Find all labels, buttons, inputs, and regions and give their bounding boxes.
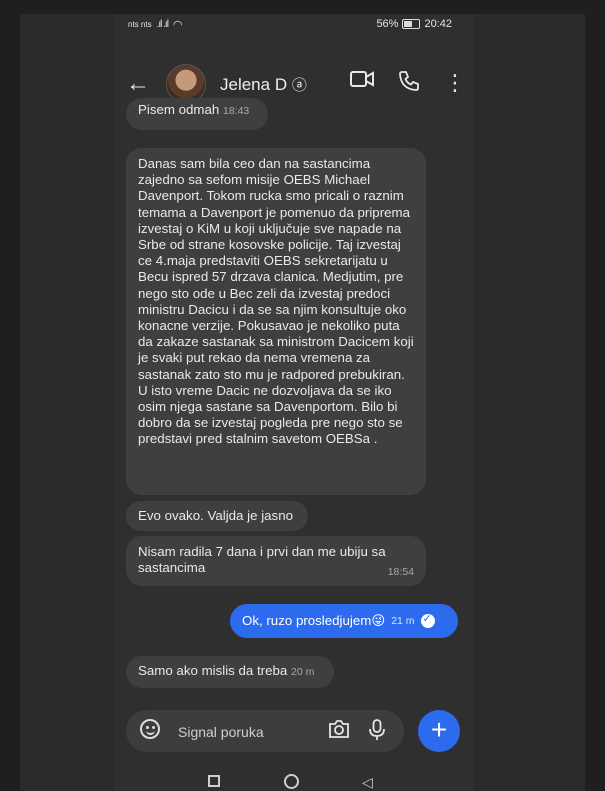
message-composer	[126, 710, 404, 752]
message-text: Nisam radila 7 dana i prvi dan me ubiju …	[138, 544, 386, 576]
home-icon[interactable]	[284, 774, 299, 789]
phone-icon[interactable]	[398, 70, 420, 98]
clock: 20:42	[424, 18, 452, 30]
contact-name[interactable]: Jelena D ⓐ	[220, 74, 307, 95]
video-call-icon[interactable]	[350, 70, 374, 94]
message-bubble[interactable]: Samo ako mislis da treba 20 m	[126, 656, 334, 688]
camera-icon[interactable]	[328, 719, 350, 745]
back-triangle-icon[interactable]: ◁	[362, 774, 373, 791]
battery-icon	[402, 19, 421, 29]
message-time: 18:43	[223, 105, 250, 117]
message-bubble[interactable]: Evo ovako. Valjda je jasno	[126, 501, 308, 531]
status-bar: nts nts .ıl .ıl ◠ 56% 20:42	[114, 14, 474, 36]
signal-icon: .ıl .ıl	[156, 19, 169, 30]
read-receipt-icon	[420, 612, 435, 628]
battery-label: 56%	[376, 18, 399, 30]
message-time: 18:54	[387, 565, 414, 578]
message-time: 21 m	[391, 615, 415, 627]
message-input[interactable]	[176, 720, 320, 744]
system-nav-bar: ◁	[114, 766, 474, 791]
message-time: 20 m	[291, 666, 315, 678]
microphone-icon[interactable]	[368, 719, 386, 747]
contact-name-label: Jelena D	[220, 75, 288, 94]
message-text: Pisem odmah	[138, 102, 220, 117]
outgoing-message-bubble[interactable]: Ok, ruzo prosledjujem😜 21 m	[230, 604, 458, 638]
arrow-left-icon[interactable]: ←	[126, 72, 150, 96]
info-icon: ⓐ	[291, 77, 307, 94]
message-bubble[interactable]: Nisam radila 7 dana i prvi dan me ubiju …	[126, 536, 426, 586]
recent-apps-icon[interactable]	[208, 775, 220, 787]
message-bubble[interactable]: Danas sam bila ceo dan na sastancima zaj…	[126, 148, 426, 495]
wifi-icon: ◠	[172, 19, 183, 31]
add-attachment-button[interactable]: +	[418, 710, 460, 752]
carrier-label: nts nts	[128, 20, 152, 29]
message-text: Samo ako mislis da treba	[138, 663, 288, 678]
more-vert-icon[interactable]: ⋮	[444, 70, 466, 96]
message-text: Evo ovako. Valjda je jasno	[138, 508, 293, 523]
message-bubble[interactable]: Pisem odmah 18:43	[126, 98, 268, 130]
message-text: Ok, ruzo prosledjujem😜	[242, 613, 386, 628]
message-text: Danas sam bila ceo dan na sastancima zaj…	[138, 156, 414, 447]
emoji-icon[interactable]	[140, 719, 160, 739]
phone-screen: nts nts .ıl .ıl ◠ 56% 20:42 ← Jelena D ⓐ…	[114, 14, 474, 791]
